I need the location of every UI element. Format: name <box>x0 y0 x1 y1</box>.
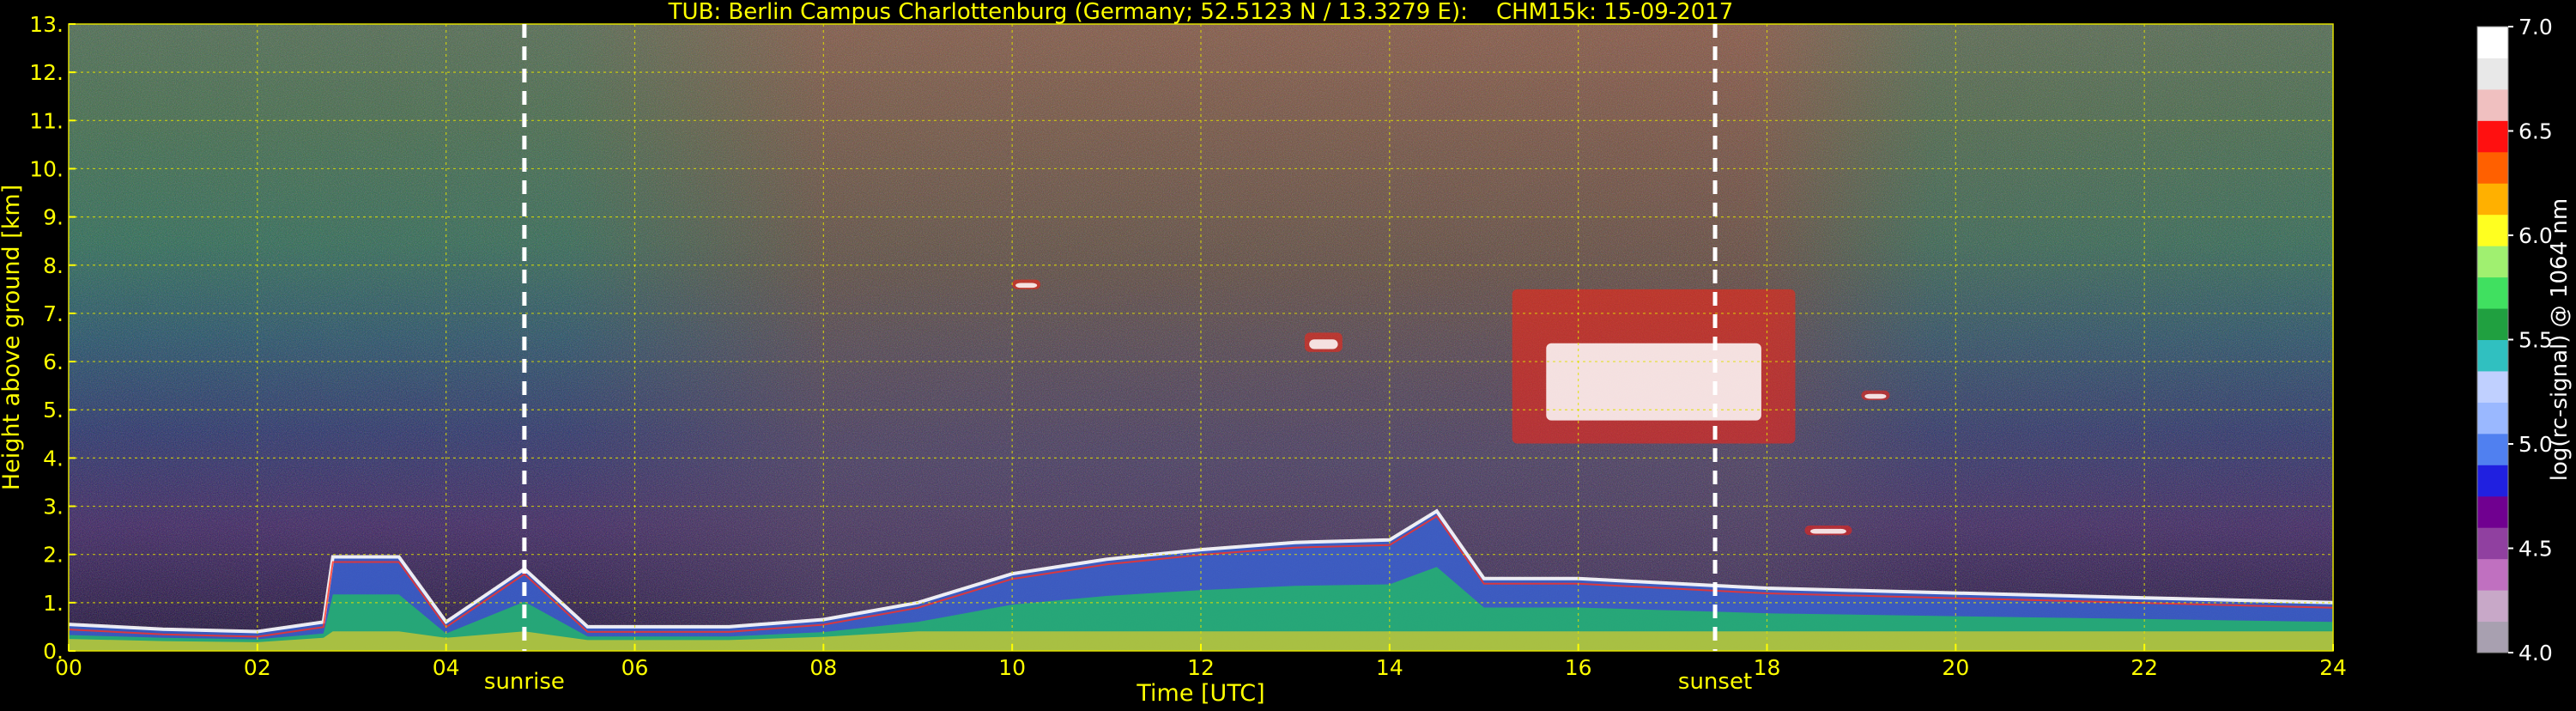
x-tick-label: 16 <box>1565 655 1592 680</box>
x-tick-label: 02 <box>244 655 271 680</box>
y-tick-label: 4. <box>43 446 64 471</box>
x-tick-label: 06 <box>621 655 649 680</box>
y-tick-label: 10. <box>29 156 64 181</box>
y-tick-label: 5. <box>43 398 64 422</box>
cloud-layer-core <box>1864 393 1887 399</box>
cloud-layer <box>1304 332 1343 352</box>
y-axis-label: Height above ground [km] <box>0 185 25 490</box>
x-tick-label: 12 <box>1187 655 1215 680</box>
x-tick-label: 18 <box>1754 655 1781 680</box>
colorbar: 4.04.55.05.56.06.57.0 <box>2476 15 2553 665</box>
chart-svg: sunrise sunset 00 02 04 06 08 10 12 14 16 18 20 22 24… <box>0 0 2573 707</box>
x-tick-label: 08 <box>809 655 837 680</box>
colorbar-segment <box>2477 495 2508 528</box>
y-tick-label: 7. <box>43 301 64 326</box>
cloud-layer <box>1861 390 1890 400</box>
chart-title: TUB: Berlin Campus Charlottenburg (Germa… <box>668 0 1734 25</box>
colorbar-segment <box>2477 308 2508 340</box>
colorbar-tick-label: 6.5 <box>2518 119 2553 144</box>
colorbar-label: log(rc-signal) @ 1064 nm <box>2547 198 2573 481</box>
colorbar-segment <box>2477 151 2508 184</box>
colorbar-segment <box>2477 621 2508 653</box>
cloud-layer-core <box>1015 283 1038 289</box>
cloud-layer-core <box>1810 528 1846 534</box>
colorbar-segment <box>2477 370 2508 403</box>
colorbar-segment <box>2477 246 2508 278</box>
colorbar-segment <box>2477 433 2508 465</box>
cloud-layer <box>1512 289 1796 444</box>
colorbar-segment <box>2477 339 2508 372</box>
colorbar-segment <box>2477 276 2508 309</box>
colorbar-segment <box>2477 590 2508 623</box>
colorbar-segment <box>2477 465 2508 497</box>
x-tick-label: 14 <box>1376 655 1403 680</box>
x-tick-label: 24 <box>2319 655 2347 680</box>
x-tick-label: 20 <box>1942 655 1969 680</box>
colorbar-segment <box>2477 558 2508 591</box>
cloud-layer <box>1012 279 1041 289</box>
colorbar-segment <box>2477 527 2508 560</box>
cloud-layer-core <box>1309 339 1338 349</box>
x-tick-label: 22 <box>2131 655 2158 680</box>
sun-marker-label: sunset <box>1678 669 1752 695</box>
y-tick-label: 13. <box>29 12 64 37</box>
y-tick-label: 9. <box>43 205 64 230</box>
x-tick-label: 10 <box>998 655 1026 680</box>
y-tick-label: 3. <box>43 495 64 520</box>
colorbar-segment <box>2477 88 2508 121</box>
colorbar-tick-label: 7.0 <box>2518 15 2553 40</box>
y-tick-label: 1. <box>43 591 64 616</box>
x-axis-label: Time [UTC] <box>1136 680 1264 707</box>
sun-marker-label: sunrise <box>484 669 565 695</box>
y-tick-label: 12. <box>29 60 64 85</box>
colorbar-segment <box>2477 58 2508 90</box>
y-tick-label: 6. <box>43 349 64 374</box>
colorbar-tick-label: 4.5 <box>2518 537 2553 562</box>
colorbar-segment <box>2477 402 2508 434</box>
y-tick-label: 11. <box>29 108 64 133</box>
colorbar-segment <box>2477 214 2508 246</box>
y-tick-label: 0. <box>43 639 64 664</box>
colorbar-segment <box>2477 120 2508 153</box>
colorbar-segment <box>2477 183 2508 216</box>
y-tick-label: 2. <box>43 543 64 568</box>
colorbar-tick-label: 4.0 <box>2518 641 2553 665</box>
x-tick-label: 04 <box>433 655 460 680</box>
cloud-layer <box>1804 526 1852 536</box>
ceilometer-chart: sunrise sunset 00 02 04 06 08 10 12 14 16 18 20 22 24… <box>0 0 2576 708</box>
colorbar-segment <box>2477 27 2508 58</box>
y-tick-label: 8. <box>43 253 64 278</box>
